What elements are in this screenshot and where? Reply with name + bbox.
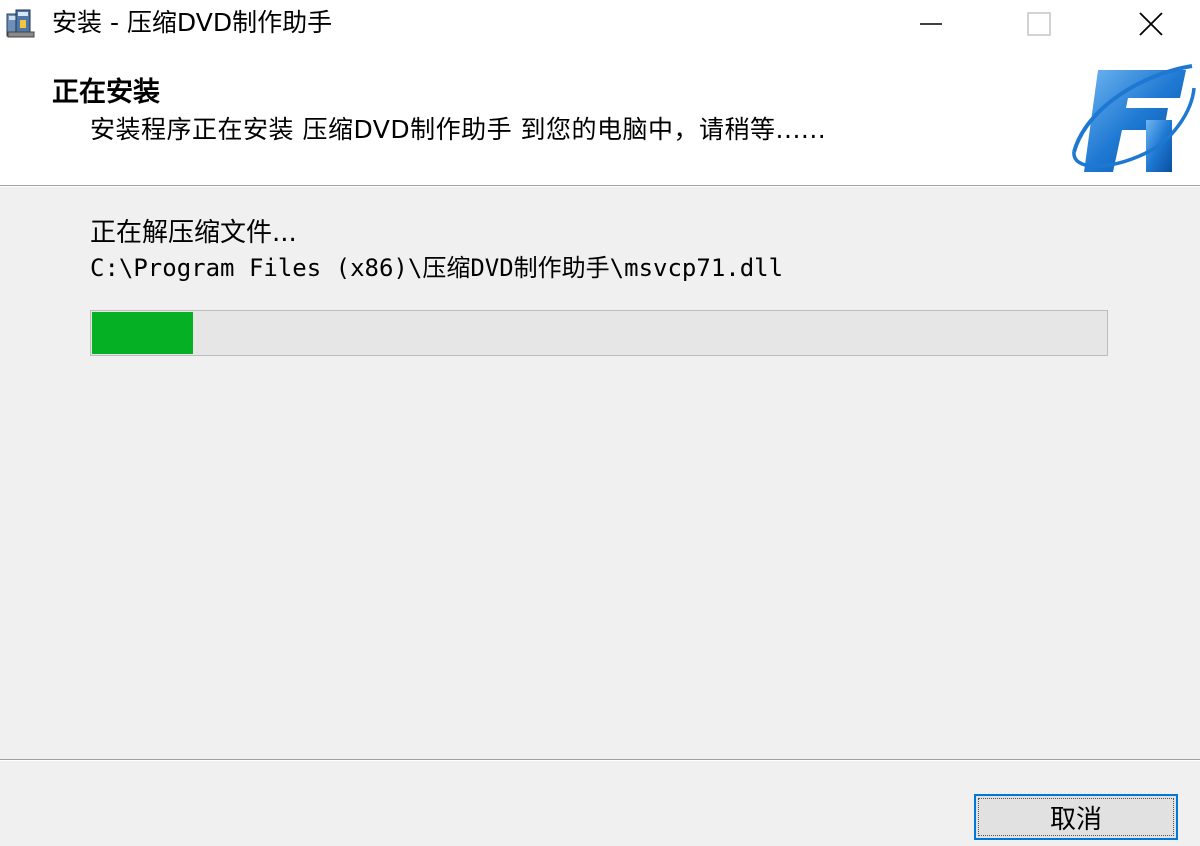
close-button[interactable] xyxy=(1120,0,1180,48)
progress-bar xyxy=(90,310,1108,356)
current-file-path: C:\Program Files (x86)\压缩DVD制作助手\msvcp71… xyxy=(90,254,784,282)
header-divider xyxy=(0,185,1200,187)
minimize-button[interactable] xyxy=(900,0,960,48)
minimize-icon xyxy=(920,23,942,25)
progress-fill xyxy=(92,312,193,354)
status-label: 正在解压缩文件... xyxy=(90,218,297,248)
close-icon xyxy=(1139,12,1163,36)
page-title: 正在安装 xyxy=(52,77,160,108)
cancel-button[interactable]: 取消 xyxy=(974,794,1178,840)
installer-icon[interactable] xyxy=(4,6,38,40)
wizard-header: 正在安装 安装程序正在安装 压缩DVD制作助手 到您的电脑中，请稍等...... xyxy=(0,48,1200,185)
title-bar: 安装 - 压缩DVD制作助手 xyxy=(0,0,1200,48)
window-title: 安装 - 压缩DVD制作助手 xyxy=(52,8,333,37)
page-subtitle: 安装程序正在安装 压缩DVD制作助手 到您的电脑中，请稍等...... xyxy=(90,115,827,144)
footer-divider xyxy=(0,759,1200,761)
app-logo xyxy=(1068,60,1196,182)
maximize-button xyxy=(1008,0,1068,48)
maximize-icon xyxy=(1027,12,1051,36)
